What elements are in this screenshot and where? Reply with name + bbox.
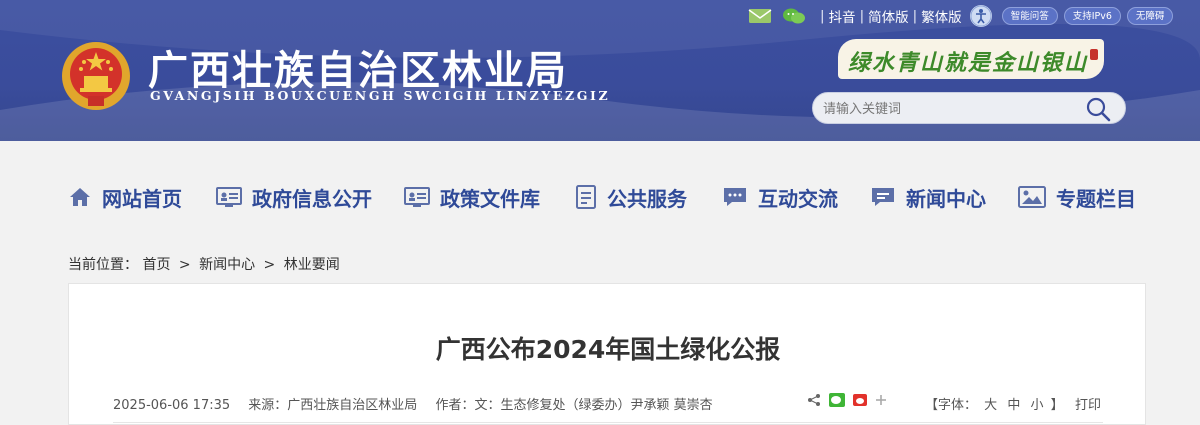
nav-label: 政府信息公开 bbox=[252, 186, 372, 211]
news-chat-icon bbox=[872, 188, 894, 206]
wechat-icon[interactable] bbox=[782, 6, 806, 26]
national-emblem-icon bbox=[62, 42, 130, 110]
breadcrumb: 当前位置： 首页 > 新闻中心 > 林业要闻 bbox=[68, 254, 340, 274]
breadcrumb-news-center[interactable]: 新闻中心 bbox=[199, 257, 255, 273]
breadcrumb-separator: > bbox=[263, 257, 276, 273]
article-source: 来源：广西壮族自治区林业局 bbox=[248, 398, 418, 413]
font-size-control: 【字体： 大 中 小 】 bbox=[925, 394, 1064, 413]
meta-divider bbox=[113, 422, 1103, 423]
weibo-share-icon[interactable] bbox=[853, 394, 867, 406]
print-button[interactable]: 打印 bbox=[1075, 394, 1101, 413]
nav-label: 公共服务 bbox=[607, 186, 687, 211]
seal-icon bbox=[1090, 49, 1098, 60]
document-library-icon bbox=[404, 187, 430, 207]
nav-label: 新闻中心 bbox=[906, 186, 986, 211]
home-icon bbox=[70, 188, 90, 206]
info-card-icon bbox=[216, 187, 242, 207]
font-size-small[interactable]: 小 bbox=[1030, 398, 1043, 413]
breadcrumb-home[interactable]: 首页 bbox=[142, 257, 170, 273]
separator: | bbox=[859, 8, 865, 24]
breadcrumb-forestry-news[interactable]: 林业要闻 bbox=[284, 257, 340, 273]
wechat-share-icon[interactable] bbox=[829, 393, 845, 407]
article-meta: 2025-06-06 17:35 来源：广西壮族自治区林业局 作者：文：生态修复… bbox=[113, 394, 727, 413]
nav-label: 网站首页 bbox=[102, 186, 182, 211]
nav-item-public-service[interactable]: 公共服务 bbox=[575, 183, 687, 211]
more-share-icon[interactable] bbox=[875, 394, 887, 406]
top-links-bar: | 抖音 | 简体版 | 繁体版 智能问答 支持IPv6 无障碍 bbox=[748, 4, 1174, 28]
accessibility-icon[interactable] bbox=[969, 5, 992, 27]
traditional-chinese-link[interactable]: 繁体版 bbox=[921, 6, 962, 26]
breadcrumb-separator: > bbox=[178, 257, 191, 273]
nav-item-special-topics[interactable]: 专题栏目 bbox=[1018, 183, 1136, 211]
site-header: 广西壮族自治区林业局 GVANGJSIH BOUXCUENGH SWCIGIH … bbox=[0, 0, 1200, 141]
site-subtitle: GVANGJSIH BOUXCUENGH SWCIGIH LINZYEZGIZ bbox=[150, 88, 611, 103]
nav-item-policy-library[interactable]: 政策文件库 bbox=[404, 183, 540, 211]
service-doc-icon bbox=[576, 185, 596, 209]
separator: | bbox=[820, 8, 825, 24]
mail-icon[interactable] bbox=[748, 7, 772, 25]
chat-icon bbox=[724, 188, 746, 206]
publish-date: 2025-06-06 17:35 bbox=[113, 398, 231, 413]
nav-item-news-center[interactable]: 新闻中心 bbox=[870, 183, 986, 211]
article-title: 广西公布2024年国土绿化公报 bbox=[435, 335, 781, 364]
picture-icon bbox=[1018, 186, 1046, 208]
douyin-link[interactable]: 抖音 bbox=[829, 6, 856, 26]
nav-label: 专题栏目 bbox=[1056, 186, 1136, 211]
article-author: 作者：文：生态修复处（绿委办）尹承颖 莫崇杏 bbox=[435, 398, 713, 413]
share-bar bbox=[807, 393, 895, 407]
smart-qa-button[interactable]: 智能问答 bbox=[1001, 7, 1058, 25]
ipv6-badge[interactable]: 支持IPv6 bbox=[1063, 7, 1121, 25]
slogan-text: 绿水青山就是金山银山 bbox=[848, 50, 1089, 76]
nav-item-gov-info[interactable]: 政府信息公开 bbox=[216, 183, 372, 211]
font-size-medium[interactable]: 中 bbox=[1007, 398, 1020, 413]
simplified-chinese-link[interactable]: 简体版 bbox=[868, 6, 909, 26]
breadcrumb-prefix: 当前位置： bbox=[68, 257, 138, 273]
article-panel: 广西公布2024年国土绿化公报 2025-06-06 17:35 来源：广西壮族… bbox=[68, 283, 1146, 425]
font-size-label-open: 【字体： bbox=[925, 398, 978, 413]
font-size-large[interactable]: 大 bbox=[984, 398, 997, 413]
separator: | bbox=[912, 8, 918, 24]
accessibility-button[interactable]: 无障碍 bbox=[1126, 7, 1174, 25]
search-input[interactable] bbox=[823, 99, 1063, 119]
slogan-banner: 绿水青山就是金山银山 bbox=[838, 39, 1104, 79]
font-size-label-close: 】 bbox=[1050, 398, 1064, 413]
share-icon[interactable] bbox=[807, 393, 821, 407]
search-icon[interactable] bbox=[1083, 96, 1113, 122]
nav-item-home[interactable]: 网站首页 bbox=[68, 183, 182, 211]
nav-label: 政策文件库 bbox=[440, 186, 540, 211]
search-box bbox=[812, 92, 1126, 124]
main-nav: 网站首页 政府信息公开 政策文件库 公共服务 互动交流 新闻中心 专题栏目 bbox=[0, 141, 1200, 245]
nav-item-interaction[interactable]: 互动交流 bbox=[722, 183, 838, 211]
nav-label: 互动交流 bbox=[758, 186, 838, 211]
